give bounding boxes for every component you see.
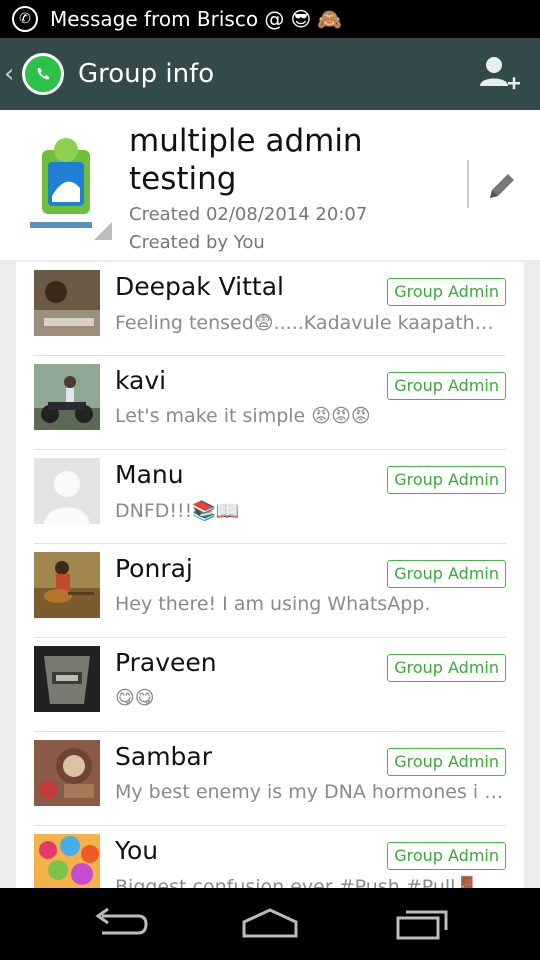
member-status: 😋😋 — [115, 687, 155, 709]
action-bar: ‹ Group info — [0, 38, 540, 110]
created-by: Created by You — [129, 232, 265, 253]
pencil-icon[interactable] — [482, 166, 522, 206]
group-photo[interactable] — [24, 136, 112, 240]
header-divider — [467, 160, 469, 208]
whatsapp-notification-icon: ✆ — [12, 6, 38, 32]
admin-badge: Group Admin — [387, 748, 506, 776]
created-date: Created 02/08/2014 20:07 — [129, 204, 368, 225]
avatar — [34, 270, 100, 336]
member-status: My best enemy is my DNA hormones i s... — [115, 781, 505, 803]
avatar — [34, 458, 100, 524]
status-emoji-1: 😎 — [290, 7, 312, 31]
whatsapp-logo-icon[interactable] — [22, 53, 64, 95]
status-bar: ✆ Message from Brisco @ 😎 🙈 — [0, 0, 540, 38]
back-icon[interactable] — [90, 906, 150, 942]
navigation-bar — [0, 888, 540, 960]
member-name: Ponraj — [115, 554, 193, 583]
member-name: kavi — [115, 366, 167, 395]
member-row[interactable]: Manu DNFD!!!📚📖 Group Admin — [16, 450, 524, 544]
member-row[interactable]: Deepak Vittal Feeling tensed😨.....Kadavu… — [16, 262, 524, 356]
group-header: multiple admin testing Created 02/08/201… — [0, 110, 540, 260]
participants-list: Deepak Vittal Feeling tensed😨.....Kadavu… — [16, 262, 524, 888]
avatar — [34, 740, 100, 806]
recent-apps-icon[interactable] — [392, 906, 452, 942]
avatar — [34, 364, 100, 430]
member-name: You — [115, 836, 159, 865]
member-status: Feeling tensed😨.....Kadavule kaapathu🙏 — [115, 312, 505, 334]
member-status: Let's make it simple 😡😡😡 — [115, 405, 371, 427]
add-participant-icon[interactable] — [476, 52, 520, 96]
admin-badge: Group Admin — [387, 466, 506, 494]
status-emoji-2: 🙈 — [317, 7, 343, 31]
member-name: Manu — [115, 460, 184, 489]
avatar — [34, 552, 100, 618]
member-row[interactable]: kavi Let's make it simple 😡😡😡 Group Admi… — [16, 356, 524, 450]
member-status: Biggest confusion ever #Push #Pull🚪 — [115, 876, 480, 888]
member-name: Deepak Vittal — [115, 272, 284, 301]
member-row[interactable]: Ponraj Hey there! I am using WhatsApp. G… — [16, 544, 524, 638]
admin-badge: Group Admin — [387, 560, 506, 588]
member-row[interactable]: Praveen 😋😋 Group Admin — [16, 638, 524, 732]
admin-badge: Group Admin — [387, 842, 506, 870]
home-icon[interactable] — [240, 906, 300, 942]
member-row[interactable]: Sambar My best enemy is my DNA hormones … — [16, 732, 524, 826]
member-name: Praveen — [115, 648, 217, 677]
member-status: Hey there! I am using WhatsApp. — [115, 593, 431, 615]
member-status: DNFD!!!📚📖 — [115, 500, 240, 522]
member-row[interactable]: You Biggest confusion ever #Push #Pull🚪 … — [16, 826, 524, 888]
page-title: Group info — [78, 59, 215, 89]
notification-text: Message from Brisco @ — [50, 7, 285, 31]
admin-badge: Group Admin — [387, 278, 506, 306]
admin-badge: Group Admin — [387, 372, 506, 400]
member-name: Sambar — [115, 742, 213, 771]
avatar — [34, 646, 100, 712]
back-chevron-icon[interactable]: ‹ — [4, 59, 18, 89]
admin-badge: Group Admin — [387, 654, 506, 682]
avatar — [34, 834, 100, 888]
group-name: multiple admin testing — [129, 123, 363, 197]
